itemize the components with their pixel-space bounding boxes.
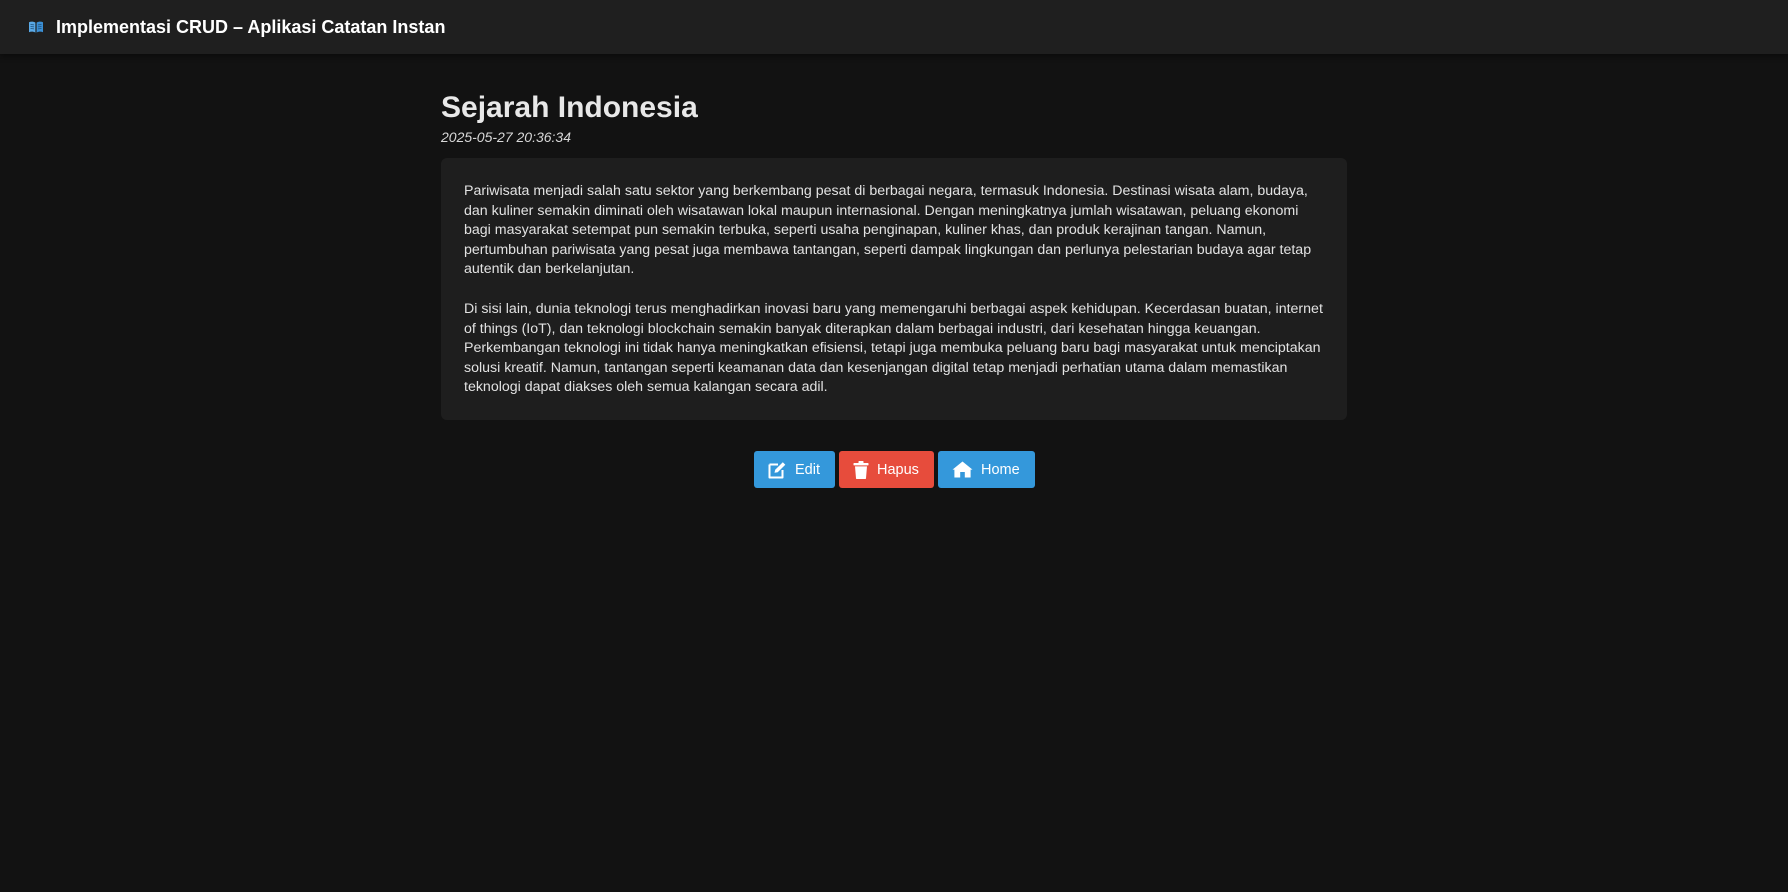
- delete-button-label: Hapus: [877, 461, 919, 478]
- edit-button[interactable]: Edit: [754, 451, 835, 488]
- note-paragraph: Di sisi lain, dunia teknologi terus meng…: [464, 300, 1323, 396]
- trash-icon: [853, 460, 869, 479]
- edit-icon: [768, 461, 787, 479]
- note-actions: Edit Hapus Home: [754, 451, 1035, 488]
- note-detail: Sejarah Indonesia 2025-05-27 20:36:34 Pa…: [441, 86, 1347, 420]
- home-icon: [952, 461, 973, 478]
- note-paragraph: Pariwisata menjadi salah satu sektor yan…: [464, 183, 1312, 278]
- app-brand[interactable]: Implementasi CRUD – Aplikasi Catatan Ins…: [28, 17, 445, 38]
- open-book-icon: [28, 20, 44, 34]
- note-content-card: Pariwisata menjadi salah satu sektor yan…: [441, 158, 1347, 420]
- top-navbar: Implementasi CRUD – Aplikasi Catatan Ins…: [0, 0, 1788, 54]
- note-timestamp: 2025-05-27 20:36:34: [441, 129, 571, 145]
- home-button[interactable]: Home: [938, 451, 1035, 488]
- edit-button-label: Edit: [795, 461, 820, 478]
- app-title: Implementasi CRUD – Aplikasi Catatan Ins…: [56, 16, 446, 37]
- note-title: Sejarah Indonesia: [441, 91, 698, 124]
- delete-button[interactable]: Hapus: [839, 451, 934, 488]
- home-button-label: Home: [981, 461, 1020, 478]
